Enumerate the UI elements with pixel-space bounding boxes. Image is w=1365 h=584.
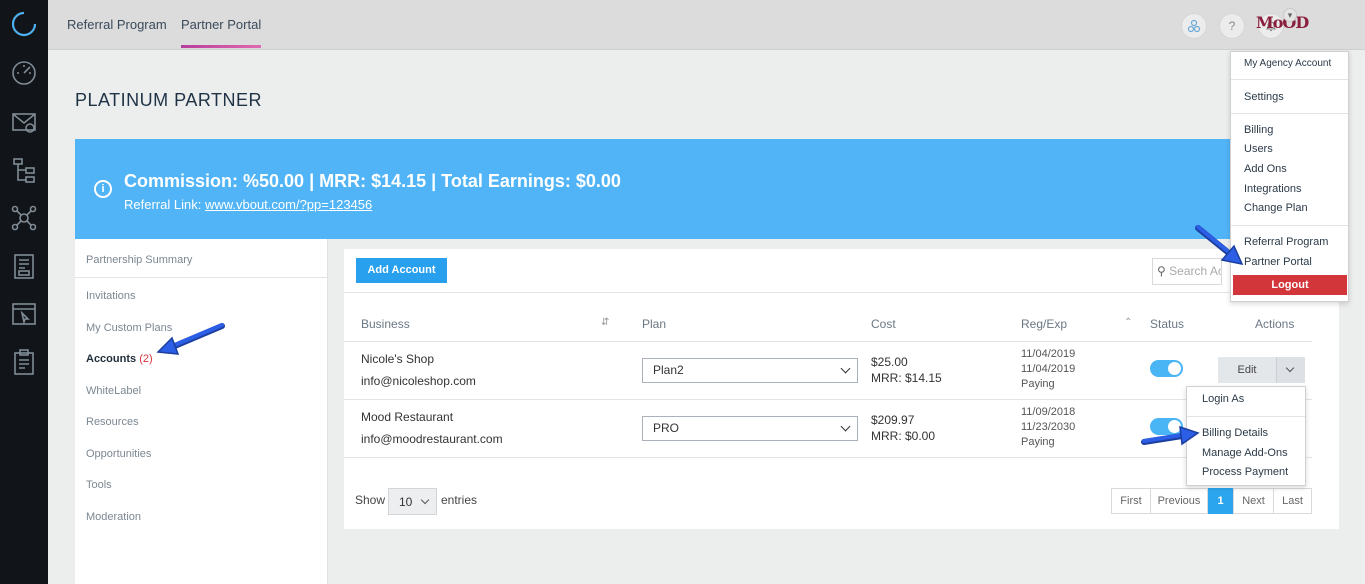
sidebar-item-partnership-summary[interactable]: Partnership Summary [86, 254, 192, 266]
sidebar-item-accounts[interactable]: Accounts (2) [86, 353, 153, 365]
pagination-previous[interactable]: Previous [1150, 488, 1208, 514]
sort-icon[interactable]: ⇵ [601, 317, 609, 328]
reg-date: 11/09/2018 [1021, 406, 1076, 418]
nav-rail [0, 0, 48, 584]
menu-item-change-plan[interactable]: Change Plan [1244, 202, 1308, 214]
menu-item-process-payment[interactable]: Process Payment [1202, 466, 1288, 478]
show-label: Show [355, 493, 386, 507]
menu-item-referral-program[interactable]: Referral Program [1244, 236, 1328, 248]
entries-per-page-select[interactable]: 10 [388, 488, 437, 515]
payment-state: Paying [1021, 378, 1055, 390]
menu-item-integrations[interactable]: Integrations [1244, 183, 1301, 195]
table-divider [344, 457, 1312, 458]
menu-header-agency-account[interactable]: My Agency Account [1244, 58, 1331, 69]
clipboard-icon[interactable] [9, 347, 39, 377]
sidebar-divider [75, 277, 328, 278]
pagination-page-1[interactable]: 1 [1208, 488, 1233, 514]
entries-label: entries [441, 493, 478, 507]
hierarchy-icon[interactable] [9, 155, 39, 185]
search-icon: ⚲ [1157, 264, 1166, 278]
status-toggle[interactable] [1150, 360, 1183, 377]
referral-link-label: Referral Link: [124, 197, 202, 212]
menu-item-settings[interactable]: Settings [1244, 91, 1284, 103]
column-header-actions: Actions [1255, 317, 1295, 331]
mrr-value: MRR: $14.15 [871, 371, 942, 385]
plan-select[interactable]: Plan2 [642, 358, 858, 383]
menu-item-billing[interactable]: Billing [1244, 124, 1273, 136]
browser-click-icon[interactable] [9, 299, 39, 329]
envelope-icon[interactable] [9, 107, 39, 137]
annotation-arrow-icon [1141, 425, 1200, 446]
sidebar-item-resources[interactable]: Resources [86, 416, 139, 428]
menu-item-manage-add-ons[interactable]: Manage Add-Ons [1202, 447, 1288, 459]
column-header-status: Status [1150, 317, 1185, 331]
referral-link-row: Referral Link: www.vbout.com/?pp=123456 [124, 197, 372, 212]
column-header-reg-exp[interactable]: Reg/Exp [1021, 317, 1067, 331]
sidebar-item-label: Accounts [86, 353, 137, 365]
business-name: Mood Restaurant [361, 410, 454, 424]
chevron-down-icon[interactable]: ▾ [1283, 8, 1297, 22]
pagination-first[interactable]: First [1111, 488, 1151, 514]
help-icon[interactable]: ? [1219, 13, 1245, 39]
table-divider [344, 341, 1312, 342]
plan-select[interactable]: PRO [642, 416, 858, 441]
business-name: Nicole's Shop [361, 352, 434, 366]
landing-page-icon[interactable] [9, 251, 39, 281]
table-divider [344, 399, 1312, 400]
commission-summary: Commission: %50.00 | MRR: $14.15 | Total… [124, 171, 621, 191]
sort-asc-icon[interactable]: ⌃ [1124, 317, 1132, 328]
mrr-value: MRR: $0.00 [871, 429, 936, 443]
referral-link[interactable]: www.vbout.com/?pp=123456 [205, 197, 372, 212]
table-divider [344, 292, 1312, 293]
menu-divider [1231, 79, 1348, 80]
logout-button[interactable]: Logout [1233, 275, 1347, 295]
annotation-arrow-icon [156, 323, 225, 355]
loading-ring-icon[interactable] [9, 9, 39, 39]
add-account-button[interactable]: Add Account [356, 258, 447, 283]
cost-value: $209.97 [871, 413, 915, 427]
actions-dropdown-toggle[interactable] [1276, 357, 1305, 383]
menu-item-login-as[interactable]: Login As [1202, 393, 1244, 405]
sidebar-item-moderation[interactable]: Moderation [86, 511, 141, 523]
sidebar-item-opportunities[interactable]: Opportunities [86, 448, 151, 460]
business-email: info@moodrestaurant.com [361, 432, 503, 446]
business-email: info@nicoleshop.com [361, 374, 476, 388]
menu-divider [1187, 416, 1305, 417]
menu-item-add-ons[interactable]: Add Ons [1244, 163, 1287, 175]
exp-date: 11/04/2019 [1021, 363, 1076, 375]
menu-item-billing-details[interactable]: Billing Details [1202, 427, 1268, 439]
page-title: PLATINUM PARTNER [75, 90, 263, 110]
pagination-next[interactable]: Next [1233, 488, 1274, 514]
sidebar-item-invitations[interactable]: Invitations [86, 290, 136, 302]
column-header-business[interactable]: Business [361, 317, 410, 331]
menu-divider [1231, 113, 1348, 114]
menu-item-users[interactable]: Users [1244, 143, 1273, 155]
reg-date: 11/04/2019 [1021, 348, 1076, 360]
exp-date: 11/23/2030 [1021, 421, 1076, 433]
cost-value: $25.00 [871, 355, 908, 369]
sidebar-item-whitelabel[interactable]: WhiteLabel [86, 385, 141, 397]
column-header-plan[interactable]: Plan [642, 317, 666, 331]
partner-sidebar: Partnership Summary Invitations My Custo… [75, 239, 328, 584]
tab-partner-portal[interactable]: Partner Portal [181, 17, 262, 48]
network-icon[interactable] [9, 203, 39, 233]
edit-button[interactable]: Edit [1218, 357, 1276, 383]
integrations-icon[interactable] [1181, 13, 1207, 39]
sidebar-item-tools[interactable]: Tools [86, 479, 112, 491]
menu-item-partner-portal[interactable]: Partner Portal [1244, 256, 1312, 268]
column-header-cost[interactable]: Cost [871, 317, 896, 331]
pagination-last[interactable]: Last [1273, 488, 1312, 514]
payment-state: Paying [1021, 436, 1055, 448]
tab-referral-program[interactable]: Referral Program [67, 17, 167, 32]
commission-banner: i Commission: %50.00 | MRR: $14.15 | Tot… [75, 139, 1339, 239]
info-icon: i [94, 180, 112, 198]
annotation-arrow-icon [1195, 225, 1244, 266]
speedometer-icon[interactable] [9, 57, 39, 87]
